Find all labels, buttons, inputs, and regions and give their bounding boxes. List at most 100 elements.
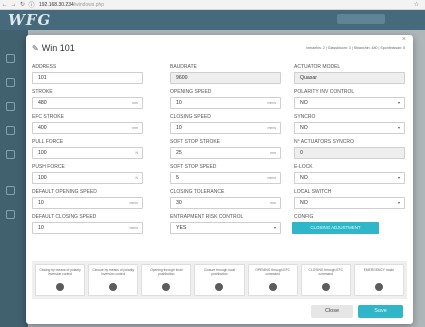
efc-stroke-value: 400 <box>38 125 47 131</box>
reload-icon[interactable]: ↻ <box>18 1 27 8</box>
closing-speed-unit: mm/s <box>267 126 276 130</box>
list-icon[interactable] <box>6 102 15 111</box>
baudrate-value: 9600 <box>176 75 188 81</box>
closing-speed-input[interactable]: 10 mm/s <box>170 122 281 134</box>
chevron-down-icon: ▾ <box>273 225 276 230</box>
push-force-input[interactable]: 100 N <box>32 172 143 184</box>
polarity-inv-control-field: POLARITY INV CONTROL NO ▾ <box>294 89 405 111</box>
chevron-down-icon: ▾ <box>397 125 400 130</box>
status-card-polarity-closing: Closing by means of polarity inversion c… <box>35 264 86 296</box>
actuator-model-field: ACTUATOR MODEL Quasar <box>294 64 405 86</box>
default-closing-speed-unit: mm/s <box>129 226 138 230</box>
soft-stop-stroke-input[interactable]: 25 mm <box>170 147 281 159</box>
closing-tolerance-unit: mm <box>270 201 276 205</box>
default-opening-speed-input[interactable]: 10 mm/s <box>32 197 143 209</box>
dialog-title-text: Win 101 <box>41 43 75 53</box>
push-force-field: PUSH FORCE 100 N <box>32 164 143 186</box>
baudrate-label: BAUDRATE <box>170 64 197 70</box>
app-sidebar <box>0 30 28 327</box>
local-switch-label: LOCAL SWITCH <box>294 189 332 195</box>
soft-stop-speed-input[interactable]: 5 mm/s <box>170 172 281 184</box>
default-closing-speed-value: 10 <box>38 225 44 231</box>
actuator-model-input: Quasar <box>294 72 405 84</box>
status-led-icon <box>268 283 277 291</box>
n-actuators-syncro-input: 0 <box>294 147 405 159</box>
share-icon[interactable] <box>6 186 15 195</box>
stroke-value: 480 <box>38 100 47 106</box>
soft-stop-speed-label: SOFT STOP SPEED <box>170 164 217 170</box>
closing-speed-value: 10 <box>176 125 182 131</box>
soft-stop-stroke-label: SOFT STOP STROKE <box>170 139 221 145</box>
info-icon[interactable]: ⓘ <box>27 0 36 9</box>
closing-tolerance-value: 30 <box>176 200 182 206</box>
status-card-local-opening: Opening through local pushbutton <box>141 264 192 296</box>
zones-icon[interactable] <box>6 126 15 135</box>
n-actuators-syncro-value: 0 <box>300 150 303 156</box>
config-label: CONFIG <box>294 214 314 220</box>
soft-stop-stroke-unit: mm <box>270 151 276 155</box>
status-indicator-strip: Closing by means of polarity inversion c… <box>32 261 407 299</box>
closing-adjustment-button[interactable]: CLOSING ADJUSTMENT <box>292 222 379 234</box>
polarity-inv-control-select[interactable]: NO ▾ <box>294 97 405 109</box>
default-closing-speed-input[interactable]: 10 mm/s <box>32 222 143 234</box>
actuators-icon[interactable] <box>6 150 15 159</box>
closing-speed-label: CLOSING SPEED <box>170 114 211 120</box>
status-card-local-closure: Closure through local pushbutton <box>194 264 245 296</box>
status-led-icon <box>321 283 330 291</box>
stroke-input[interactable]: 480 mm <box>32 97 143 109</box>
efc-stroke-field: EFC STROKE 400 mm <box>32 114 143 136</box>
opening-speed-input[interactable]: 10 mm/s <box>170 97 281 109</box>
soft-stop-speed-value: 5 <box>176 175 179 181</box>
pull-force-input[interactable]: 100 N <box>32 147 143 159</box>
local-switch-select[interactable]: NO ▾ <box>294 197 405 209</box>
soft-stop-stroke-value: 25 <box>176 150 182 156</box>
back-arrow-icon[interactable]: ← <box>0 2 9 8</box>
stroke-label: STROKE <box>32 89 53 95</box>
syncro-field: SYNCRO NO ▾ <box>294 114 405 136</box>
closing-tolerance-input[interactable]: 30 mm <box>170 197 281 209</box>
bookmark-star-icon[interactable]: ☆ <box>414 1 419 8</box>
closing-tolerance-field: CLOSING TOLERANCE 30 mm <box>170 189 281 211</box>
n-actuators-syncro-label: N° ACTUATORS SYNCRO <box>294 139 354 145</box>
pull-force-unit: N <box>135 151 138 155</box>
baudrate-input: 9600 <box>170 72 281 84</box>
default-opening-speed-field: DEFAULT OPENING SPEED 10 mm/s <box>32 189 143 211</box>
status-card-label: Opening through local pushbutton <box>150 268 183 276</box>
user-menu[interactable] <box>337 14 385 24</box>
status-card-efc-closing: CLOSING through EFC command <box>300 264 351 296</box>
tools-icon[interactable] <box>6 210 15 219</box>
e-lock-select[interactable]: NO ▾ <box>294 172 405 184</box>
save-button[interactable]: Save <box>358 305 403 318</box>
forward-arrow-icon[interactable]: → <box>9 2 18 8</box>
entrapment-risk-control-select[interactable]: YES ▾ <box>170 222 281 234</box>
soft-stop-stroke-field: SOFT STOP STROKE 25 mm <box>170 139 281 161</box>
address-label: ADDRESS <box>32 64 57 70</box>
close-icon[interactable]: × <box>402 36 406 43</box>
syncro-select[interactable]: NO ▾ <box>294 122 405 134</box>
chevron-down-icon: ▾ <box>397 100 400 105</box>
url-path[interactable]: /windows.php <box>74 2 104 8</box>
url-host[interactable]: 192.168.30.234 <box>39 2 74 8</box>
default-closing-speed-field: DEFAULT CLOSING SPEED 10 mm/s <box>32 214 143 236</box>
efc-stroke-input[interactable]: 400 mm <box>32 122 143 134</box>
actuator-model-value: Quasar <box>300 75 318 81</box>
efc-stroke-unit: mm <box>132 126 138 130</box>
actuator-model-label: ACTUATOR MODEL <box>294 64 341 70</box>
status-card-emergency: EMERGENCY mode <box>353 264 404 296</box>
address-input[interactable]: 101 <box>32 72 143 84</box>
home-icon[interactable] <box>6 54 15 63</box>
windows-icon[interactable] <box>6 78 15 87</box>
status-card-efc-opening: OPENING through EFC command <box>247 264 298 296</box>
stroke-field: STROKE 480 mm <box>32 89 143 111</box>
status-card-label: Closure through local pushbutton <box>203 268 236 276</box>
local-switch-value: NO <box>300 200 308 206</box>
pencil-icon: ✎ <box>32 43 39 53</box>
default-opening-speed-unit: mm/s <box>129 201 138 205</box>
soft-stop-speed-unit: mm/s <box>267 176 276 180</box>
dialog-summary: Imbanhis: 2 | Glassbloom: 3 | Sbianchin:… <box>306 46 405 50</box>
e-lock-label: E-LOCK <box>294 164 313 170</box>
status-card-label: Closure by means of polarity inversion c… <box>92 268 135 276</box>
status-card-polarity-closure: Closure by means of polarity inversion c… <box>88 264 139 296</box>
close-button[interactable]: Close <box>311 305 353 318</box>
syncro-value: NO <box>300 125 308 131</box>
